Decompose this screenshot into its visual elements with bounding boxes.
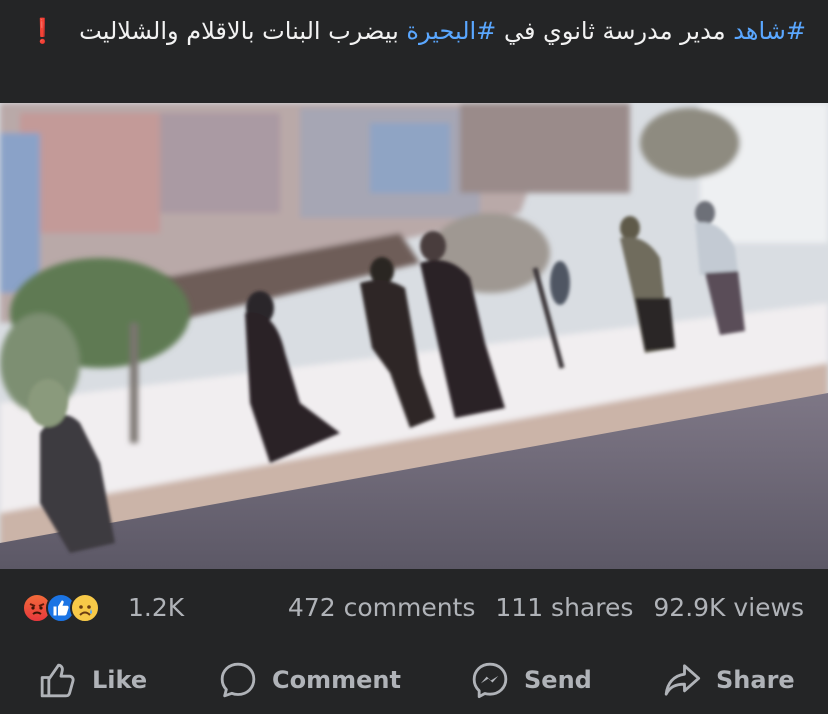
caption-text: بيضرب البنات بالاقلام والشلاليت (79, 17, 399, 45)
caption-text: مدير مدرسة ثانوي في (503, 17, 726, 45)
comment-button[interactable]: Comment (218, 652, 401, 708)
share-label: Share (716, 666, 795, 694)
like-button[interactable]: Like (38, 652, 147, 708)
reaction-count[interactable]: 1.2K (128, 593, 184, 622)
post-stats-bar: 1.2K 472 comments 111 shares 92.9K views (0, 584, 828, 634)
comment-bubble-icon (220, 662, 256, 698)
exclamation-emoji-icon: ❗ (27, 17, 58, 45)
share-arrow-icon (664, 664, 701, 696)
messenger-icon (472, 662, 508, 699)
send-label: Send (524, 666, 592, 694)
hashtag-link[interactable]: #البحيرة (406, 17, 496, 45)
thumbs-up-icon (40, 663, 75, 698)
post-video[interactable] (0, 103, 828, 569)
like-label: Like (92, 666, 148, 694)
send-button[interactable]: Send (470, 652, 592, 708)
engagement-counts: 472 comments 111 shares 92.9K views (288, 593, 804, 622)
share-button[interactable]: Share (662, 652, 795, 708)
post-action-bar: Like Comment Send Share (0, 652, 828, 708)
views-count: 92.9K views (653, 593, 804, 622)
reaction-icons[interactable] (22, 591, 100, 625)
comment-label: Comment (272, 666, 401, 694)
post-caption: #شاهد مدير مدرسة ثانوي في #البحيرة بيضرب… (20, 12, 806, 50)
comments-count[interactable]: 472 comments (288, 593, 475, 622)
sad-reaction-icon (70, 593, 100, 623)
video-frame-image (0, 103, 828, 569)
shares-count[interactable]: 111 shares (495, 593, 633, 622)
hashtag-link[interactable]: #شاهد (733, 17, 806, 45)
